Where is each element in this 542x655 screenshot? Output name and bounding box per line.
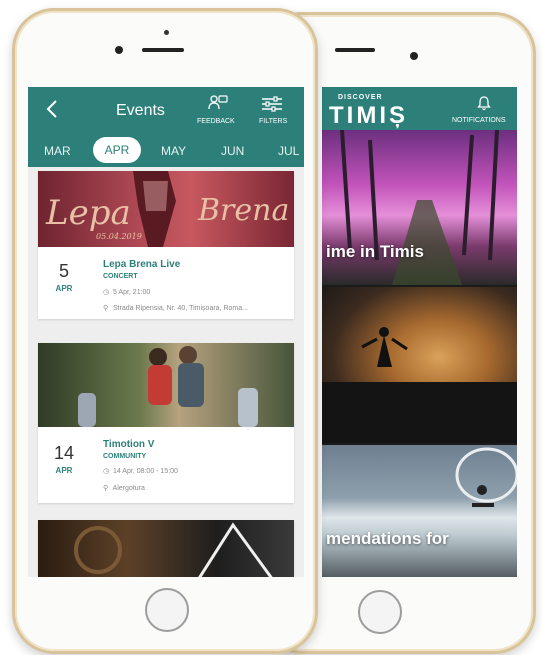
event-month: APR bbox=[55, 466, 73, 475]
month-tab-apr[interactable]: APR bbox=[93, 137, 141, 163]
back-arrow-icon[interactable] bbox=[46, 100, 58, 118]
feature-tile-concert[interactable] bbox=[322, 287, 517, 443]
tile-caption: mendations for bbox=[326, 529, 449, 548]
feedback-label[interactable]: FEEDBACK bbox=[197, 118, 235, 125]
event-location-row: ⚲ Strada Ripensia, Nr. 40, Timișoara, Ro… bbox=[103, 304, 248, 312]
wakeboard-image bbox=[455, 447, 517, 507]
location-pin-icon: ⚲ bbox=[103, 305, 109, 312]
discover-timis-screen: DISCOVER TIMIȘ NOTIFICATIONS ime in Timi… bbox=[322, 87, 517, 577]
earpiece-speaker bbox=[335, 48, 375, 52]
front-camera bbox=[410, 52, 418, 60]
event-poster-image bbox=[74, 522, 273, 577]
feature-tile-watersport[interactable]: mendations for bbox=[322, 445, 517, 577]
event-card[interactable]: Lepa Brena 05.04.2019 5 APR Lepa Brena L… bbox=[38, 171, 294, 319]
event-image bbox=[38, 520, 294, 577]
event-location-row: ⚲ Alergotura bbox=[103, 484, 145, 492]
app-header: DISCOVER TIMIȘ NOTIFICATIONS bbox=[322, 87, 517, 130]
events-screen: Events FEEDBACK FILTERS MAR APR MAY JUN … bbox=[28, 87, 304, 577]
app-logo: TIMIȘ bbox=[329, 102, 408, 129]
event-title[interactable]: Timotion V bbox=[103, 439, 154, 450]
bell-icon[interactable] bbox=[477, 95, 491, 111]
notifications-label[interactable]: NOTIFICATIONS bbox=[452, 117, 506, 124]
filters-label[interactable]: FILTERS bbox=[259, 118, 287, 125]
logo-small-text: DISCOVER bbox=[338, 94, 383, 101]
feature-tile-trees[interactable]: ime in Timis bbox=[322, 130, 517, 285]
event-month: APR bbox=[55, 284, 73, 293]
event-image bbox=[38, 343, 294, 427]
month-tab-jun[interactable]: JUN bbox=[221, 144, 244, 158]
location-pin-icon: ⚲ bbox=[103, 485, 109, 492]
tile-caption: ime in Timis bbox=[326, 242, 424, 261]
image-title-right: Brena bbox=[198, 193, 290, 228]
home-button[interactable] bbox=[145, 588, 189, 632]
event-day: 5 bbox=[58, 261, 69, 281]
event-category: COMMUNITY bbox=[103, 453, 147, 460]
month-tab-jul[interactable]: JUL bbox=[278, 144, 299, 158]
event-time: 5 Apr, 21:00 bbox=[112, 289, 151, 296]
earpiece-speaker bbox=[142, 48, 184, 52]
clock-icon: ◷ bbox=[103, 468, 110, 475]
clock-icon: ◷ bbox=[103, 289, 110, 296]
event-time-row: ◷ 5 Apr, 21:00 bbox=[103, 288, 150, 296]
event-card[interactable] bbox=[38, 520, 294, 577]
concert-crowd-image bbox=[322, 327, 517, 443]
event-title[interactable]: Lepa Brena Live bbox=[103, 259, 180, 270]
event-category: CONCERT bbox=[103, 273, 138, 280]
home-button[interactable] bbox=[358, 590, 402, 634]
image-title-left: Lepa bbox=[46, 193, 131, 233]
month-tab-may[interactable]: MAY bbox=[161, 144, 186, 158]
event-image: Lepa Brena 05.04.2019 bbox=[38, 171, 294, 247]
event-day: 14 bbox=[53, 443, 75, 463]
filters-icon[interactable] bbox=[261, 96, 283, 112]
event-time: 14 Apr, 08:00 - 15:00 bbox=[112, 468, 178, 475]
image-date: 05.04.2019 bbox=[96, 232, 142, 241]
events-header: Events FEEDBACK FILTERS MAR APR MAY JUN … bbox=[28, 87, 304, 167]
event-time-row: ◷ 14 Apr, 08:00 - 15:00 bbox=[103, 467, 178, 475]
front-camera bbox=[164, 30, 169, 35]
month-tab-mar[interactable]: MAR bbox=[44, 144, 71, 158]
runners-photo bbox=[78, 346, 258, 427]
proximity-sensor bbox=[115, 46, 123, 54]
event-location: Alergotura bbox=[112, 485, 145, 492]
event-card[interactable]: 14 APR Timotion V COMMUNITY ◷ 14 Apr, 08… bbox=[38, 343, 294, 503]
event-location: Strada Ripensia, Nr. 40, Timișoara, Roma… bbox=[112, 305, 248, 312]
page-title: Events bbox=[116, 102, 165, 119]
feedback-icon[interactable] bbox=[208, 95, 228, 111]
